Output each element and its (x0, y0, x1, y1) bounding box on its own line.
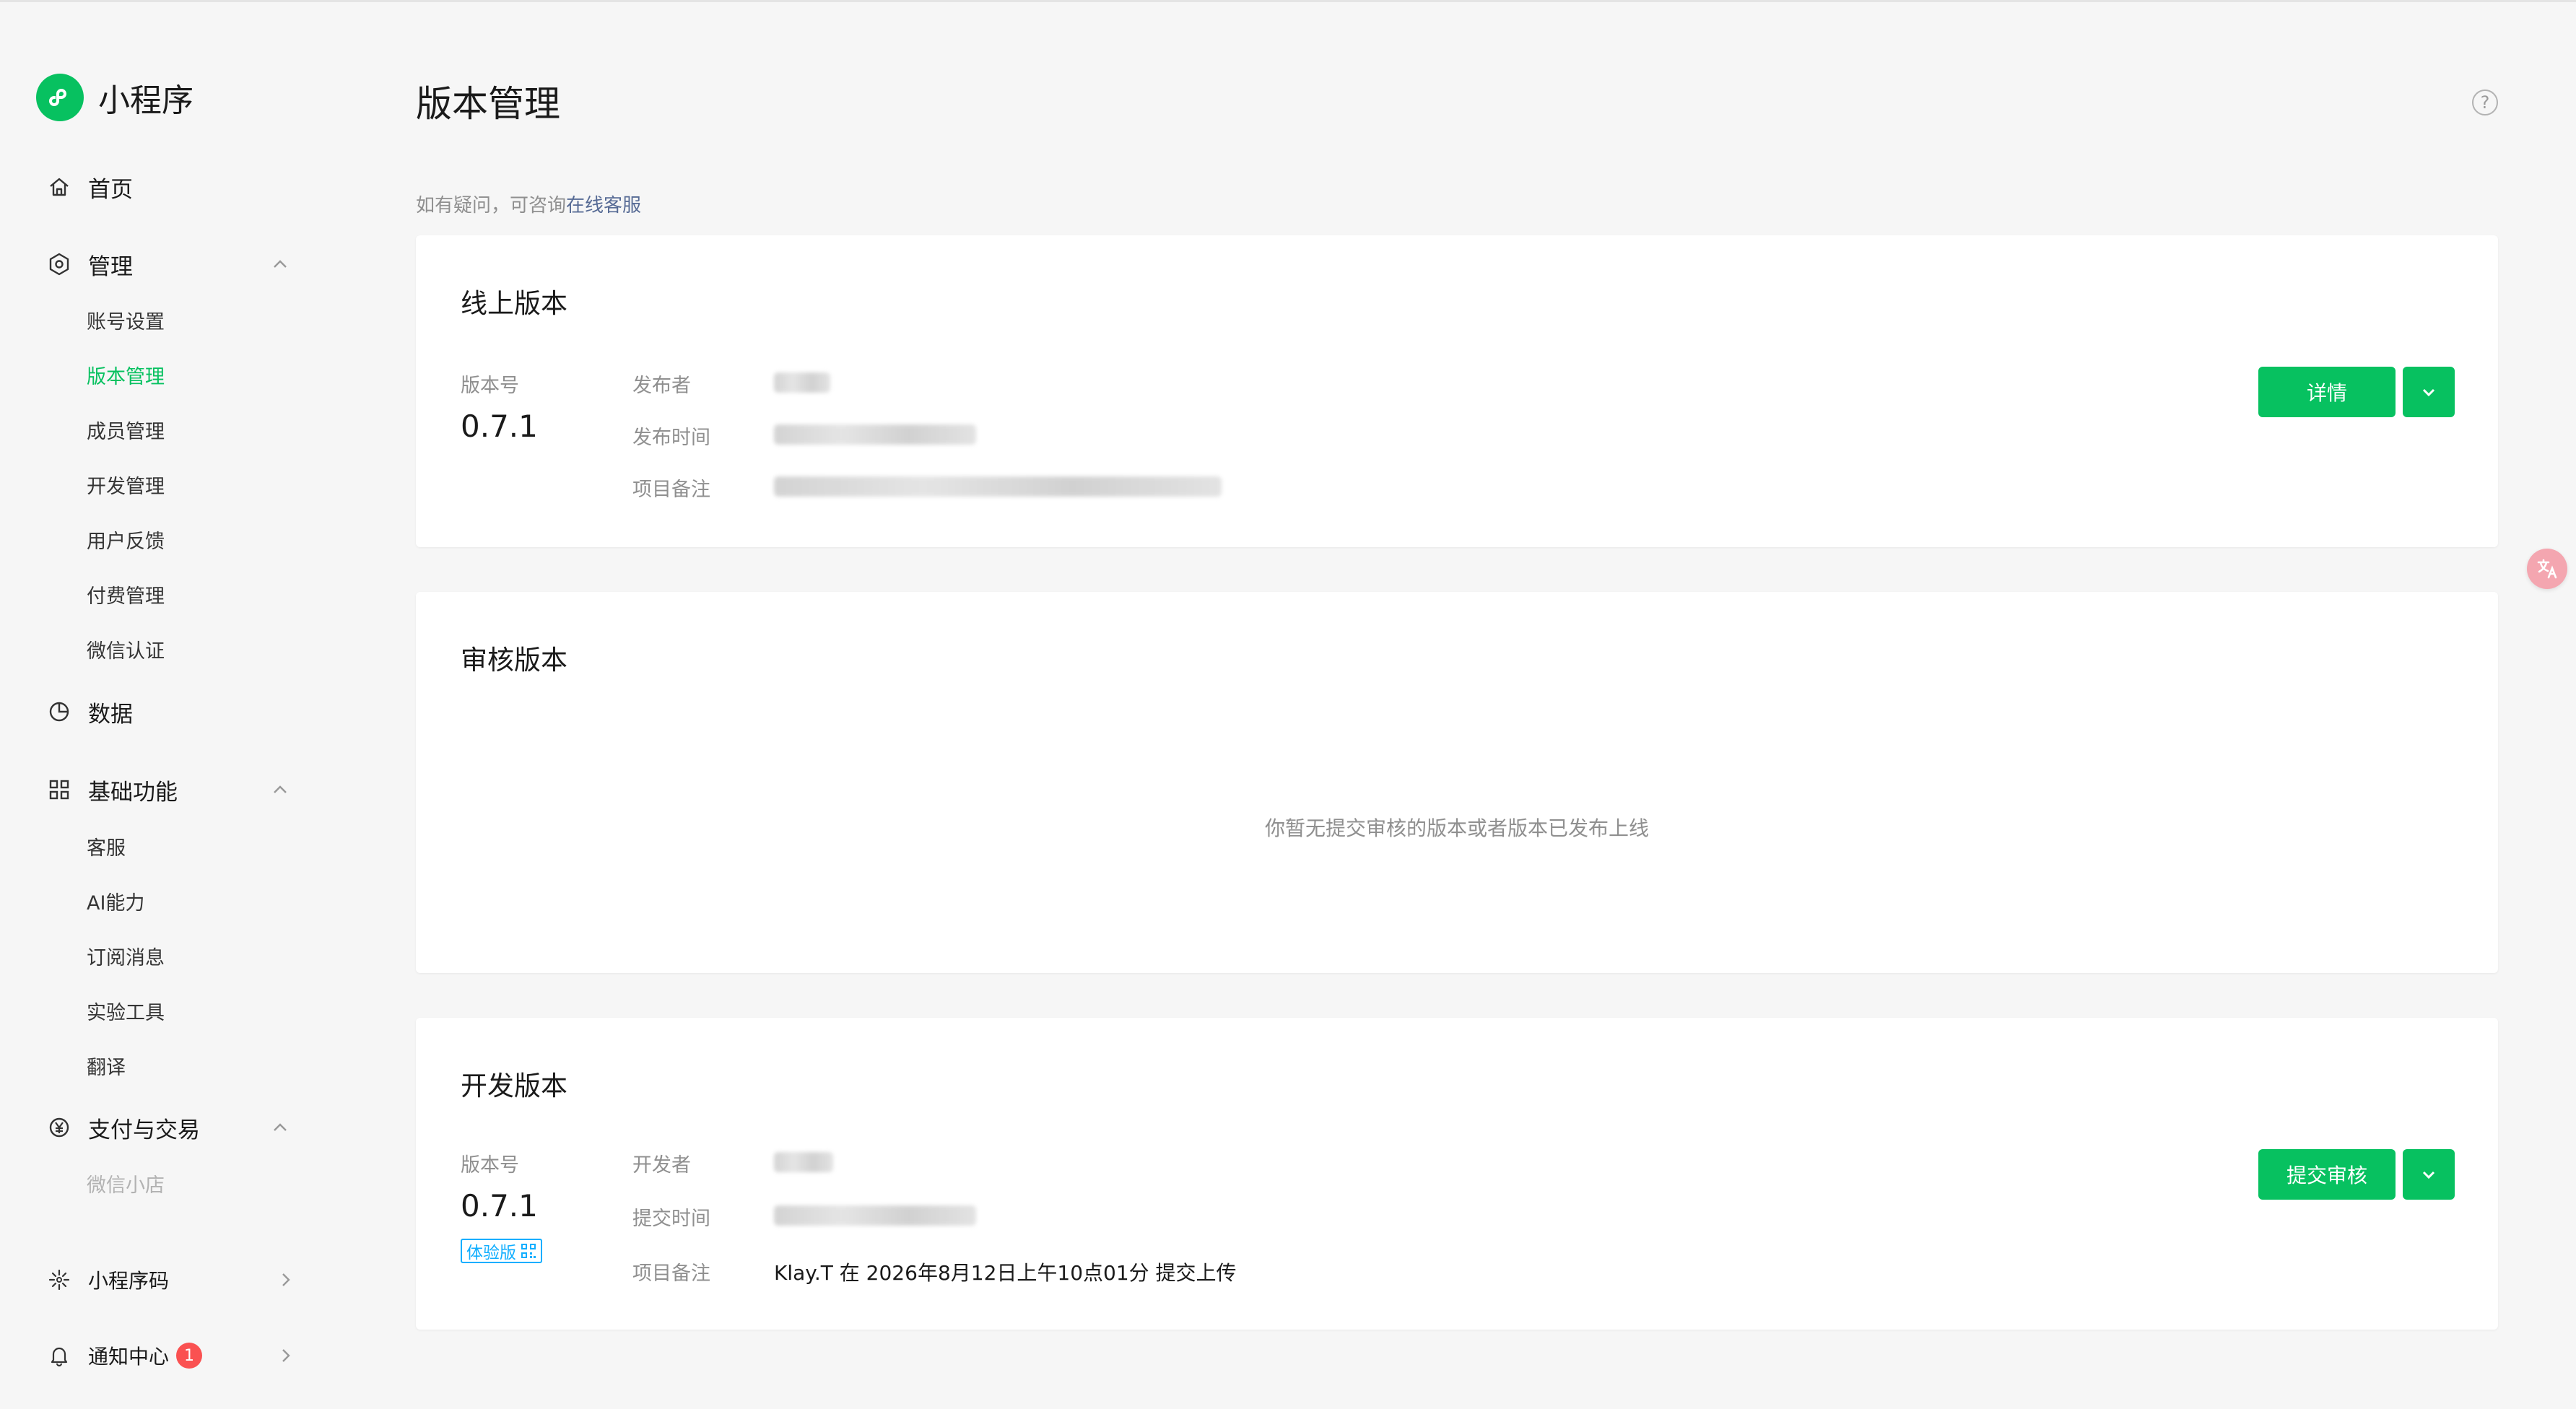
yen-icon (46, 1114, 72, 1140)
online-dropdown-button[interactable] (2403, 367, 2455, 417)
help-hint: 如有疑问，可咨询在线客服 (416, 191, 641, 217)
note-label: 项目备注 (632, 479, 710, 501)
version-number: 0.7.1 (461, 409, 538, 444)
app-logo[interactable]: 小程序 (36, 74, 193, 121)
dev-note-label: 项目备注 (632, 1262, 710, 1285)
publish-time-redacted (774, 424, 976, 445)
version-label: 版本号 (461, 375, 519, 397)
note-value-redacted (774, 476, 1222, 497)
review-version-card: 审核版本 你暂无提交审核的版本或者版本已发布上线 (416, 592, 2498, 973)
trial-tag-label: 体验版 (466, 1244, 516, 1262)
sidebar-item-subscribe[interactable]: 订阅消息 (87, 944, 165, 973)
dev-version-label: 版本号 (461, 1154, 519, 1177)
nav-basic[interactable]: 基础功能 (46, 772, 292, 808)
chevron-up-icon[interactable] (269, 1116, 292, 1139)
publisher-label: 发布者 (632, 375, 691, 397)
nav-payment-label: 支付与交易 (88, 1117, 200, 1143)
chevron-up-icon[interactable] (269, 778, 292, 801)
nav-qrcode-label: 小程序码 (88, 1269, 170, 1293)
sidebar-item-account[interactable]: 账号设置 (87, 308, 165, 337)
gear-icon (46, 251, 72, 277)
sidebar-item-payment-manage[interactable]: 付费管理 (87, 583, 165, 611)
sidebar-item-verify[interactable]: 微信认证 (87, 637, 165, 666)
review-empty-text: 你暂无提交审核的版本或者版本已发布上线 (1264, 816, 1649, 840)
sun-icon (46, 1267, 72, 1293)
chevron-down-icon (2422, 388, 2435, 397)
sidebar-item-dev[interactable]: 开发管理 (87, 473, 165, 502)
sidebar-item-ai[interactable]: AI能力 (87, 889, 144, 918)
nav-data[interactable]: 数据 (46, 694, 292, 730)
translate-float-button[interactable] (2527, 549, 2567, 589)
nav-notify-label: 通知中心 (88, 1345, 170, 1369)
nav-data-label: 数据 (88, 701, 133, 728)
submit-time-label: 提交时间 (632, 1208, 710, 1230)
help-icon[interactable]: ? (2472, 90, 2498, 115)
nav-home[interactable]: 首页 (46, 169, 292, 205)
publisher-value-redacted (774, 372, 830, 393)
nav-manage-label: 管理 (88, 253, 133, 280)
sidebar-item-lab[interactable]: 实验工具 (87, 999, 165, 1028)
bell-icon (46, 1343, 72, 1369)
qrcode-icon (521, 1244, 536, 1258)
home-icon (46, 174, 72, 200)
chevron-right-icon[interactable] (274, 1344, 297, 1367)
nav-basic-label: 基础功能 (88, 779, 178, 806)
pie-chart-icon (46, 699, 72, 725)
submit-time-redacted (774, 1205, 976, 1226)
chevron-up-icon[interactable] (269, 253, 292, 276)
submit-review-button[interactable]: 提交审核 (2258, 1149, 2396, 1200)
dev-dropdown-button[interactable] (2403, 1149, 2455, 1200)
online-service-link[interactable]: 在线客服 (566, 195, 641, 217)
top-divider (0, 0, 2576, 2)
trial-version-tag[interactable]: 体验版 (461, 1239, 542, 1263)
sidebar-item-version[interactable]: 版本管理 (87, 363, 165, 392)
nav-manage[interactable]: 管理 (46, 246, 292, 282)
dev-version-number: 0.7.1 (461, 1188, 538, 1223)
sidebar: 小程序 首页 管理 账号设置 版本管理 成员管理 开发管理 用户反馈 付费管理 … (0, 0, 332, 1409)
nav-payment[interactable]: 支付与交易 (46, 1109, 292, 1146)
dev-version-title: 开发版本 (461, 1070, 567, 1102)
notification-badge: 1 (176, 1343, 203, 1369)
developer-label: 开发者 (632, 1154, 691, 1177)
translate-icon (2537, 559, 2557, 579)
sidebar-item-service[interactable]: 客服 (87, 834, 126, 863)
nav-notify[interactable]: 通知中心 1 (46, 1338, 292, 1374)
sidebar-item-feedback[interactable]: 用户反馈 (87, 528, 165, 557)
sidebar-item-translate[interactable]: 翻译 (87, 1054, 126, 1083)
app-name: 小程序 (98, 82, 193, 119)
miniprogram-logo-icon (36, 74, 84, 121)
sidebar-item-wechat-shop: 微信小店 (87, 1174, 165, 1197)
chevron-right-icon[interactable] (274, 1268, 297, 1291)
developer-value-redacted (774, 1152, 833, 1172)
dev-version-card: 开发版本 版本号 0.7.1 体验版 开发者 提交时间 项目备注 Klay.T … (416, 1018, 2498, 1330)
sidebar-item-members[interactable]: 成员管理 (87, 418, 165, 447)
page-title: 版本管理 (416, 83, 560, 125)
chevron-down-icon (2422, 1171, 2435, 1179)
publish-time-label: 发布时间 (632, 427, 710, 449)
nav-home-label: 首页 (88, 176, 133, 203)
online-version-card: 线上版本 版本号 0.7.1 发布者 发布时间 项目备注 详情 (416, 235, 2498, 547)
review-version-title: 审核版本 (461, 645, 567, 676)
dev-note-value: Klay.T 在 2026年8月12日上午10点01分 提交上传 (774, 1261, 1237, 1285)
detail-button[interactable]: 详情 (2258, 367, 2396, 417)
nav-qrcode[interactable]: 小程序码 (46, 1262, 292, 1298)
help-hint-text: 如有疑问，可咨询 (416, 195, 567, 217)
grid-icon (46, 777, 72, 803)
online-version-title: 线上版本 (461, 288, 567, 319)
